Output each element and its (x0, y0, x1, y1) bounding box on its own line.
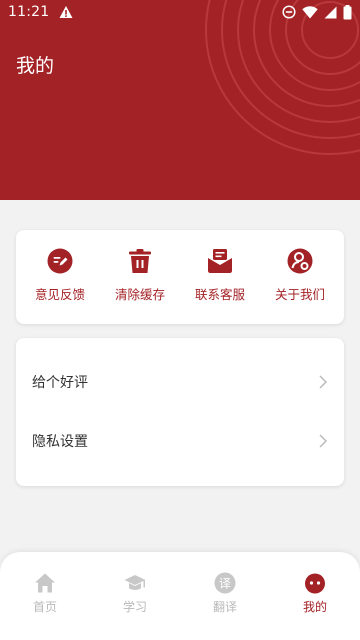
nav-label-translate: 翻译 (212, 600, 237, 614)
profile-header: 11:21 我的 (0, 0, 360, 200)
feedback-label: 意见反馈 (34, 287, 85, 302)
home-icon (35, 573, 55, 593)
feedback-button[interactable]: 意见反馈 (23, 230, 97, 324)
graduation-cap-icon (124, 575, 146, 590)
clear-cache-button[interactable]: 清除缓存 (103, 230, 177, 324)
svg-text:译: 译 (219, 577, 231, 591)
quick-actions-card: 意见反馈 清除缓存 联系客服 关于我们 (16, 230, 344, 324)
privacy-settings-label: 隐私设置 (32, 433, 88, 450)
chevron-right-icon (319, 433, 328, 448)
page-title: 我的 (16, 55, 55, 77)
profile-icon (305, 573, 325, 594)
battery-icon (343, 4, 352, 19)
about-us-button[interactable]: 关于我们 (263, 230, 337, 324)
mail-icon (208, 249, 232, 273)
wifi-icon (302, 5, 318, 18)
status-bar: 11:21 (0, 0, 360, 24)
nav-label-home: 首页 (32, 600, 57, 614)
signal-icon (324, 6, 337, 18)
chevron-right-icon (319, 374, 328, 389)
bottom-navigation: 首页 学习 译 翻译 我的 (0, 552, 360, 640)
warning-icon (59, 6, 73, 18)
nav-label-study: 学习 (122, 600, 147, 614)
nav-item-profile[interactable]: 我的 (270, 572, 360, 640)
rate-app-label: 给个好评 (32, 374, 88, 391)
feedback-icon (47, 248, 73, 274)
about-icon (287, 248, 313, 274)
trash-icon (129, 249, 151, 273)
clear-cache-label: 清除缓存 (114, 287, 165, 302)
nav-item-home[interactable]: 首页 (0, 572, 90, 640)
privacy-settings-row[interactable]: 隐私设置 (16, 411, 344, 470)
contact-support-label: 联系客服 (194, 287, 245, 302)
rate-app-row[interactable]: 给个好评 (16, 352, 344, 411)
settings-list-card: 给个好评 隐私设置 (16, 338, 344, 486)
status-time: 11:21 (8, 4, 50, 20)
about-us-label: 关于我们 (274, 287, 325, 302)
contact-support-button[interactable]: 联系客服 (183, 230, 257, 324)
translate-icon: 译 (214, 572, 236, 594)
nav-item-translate[interactable]: 译 翻译 (180, 572, 270, 640)
nav-label-profile: 我的 (302, 600, 327, 614)
do-not-disturb-icon (282, 5, 296, 19)
nav-item-study[interactable]: 学习 (90, 572, 180, 640)
concentric-rings-decoration (205, 0, 360, 155)
